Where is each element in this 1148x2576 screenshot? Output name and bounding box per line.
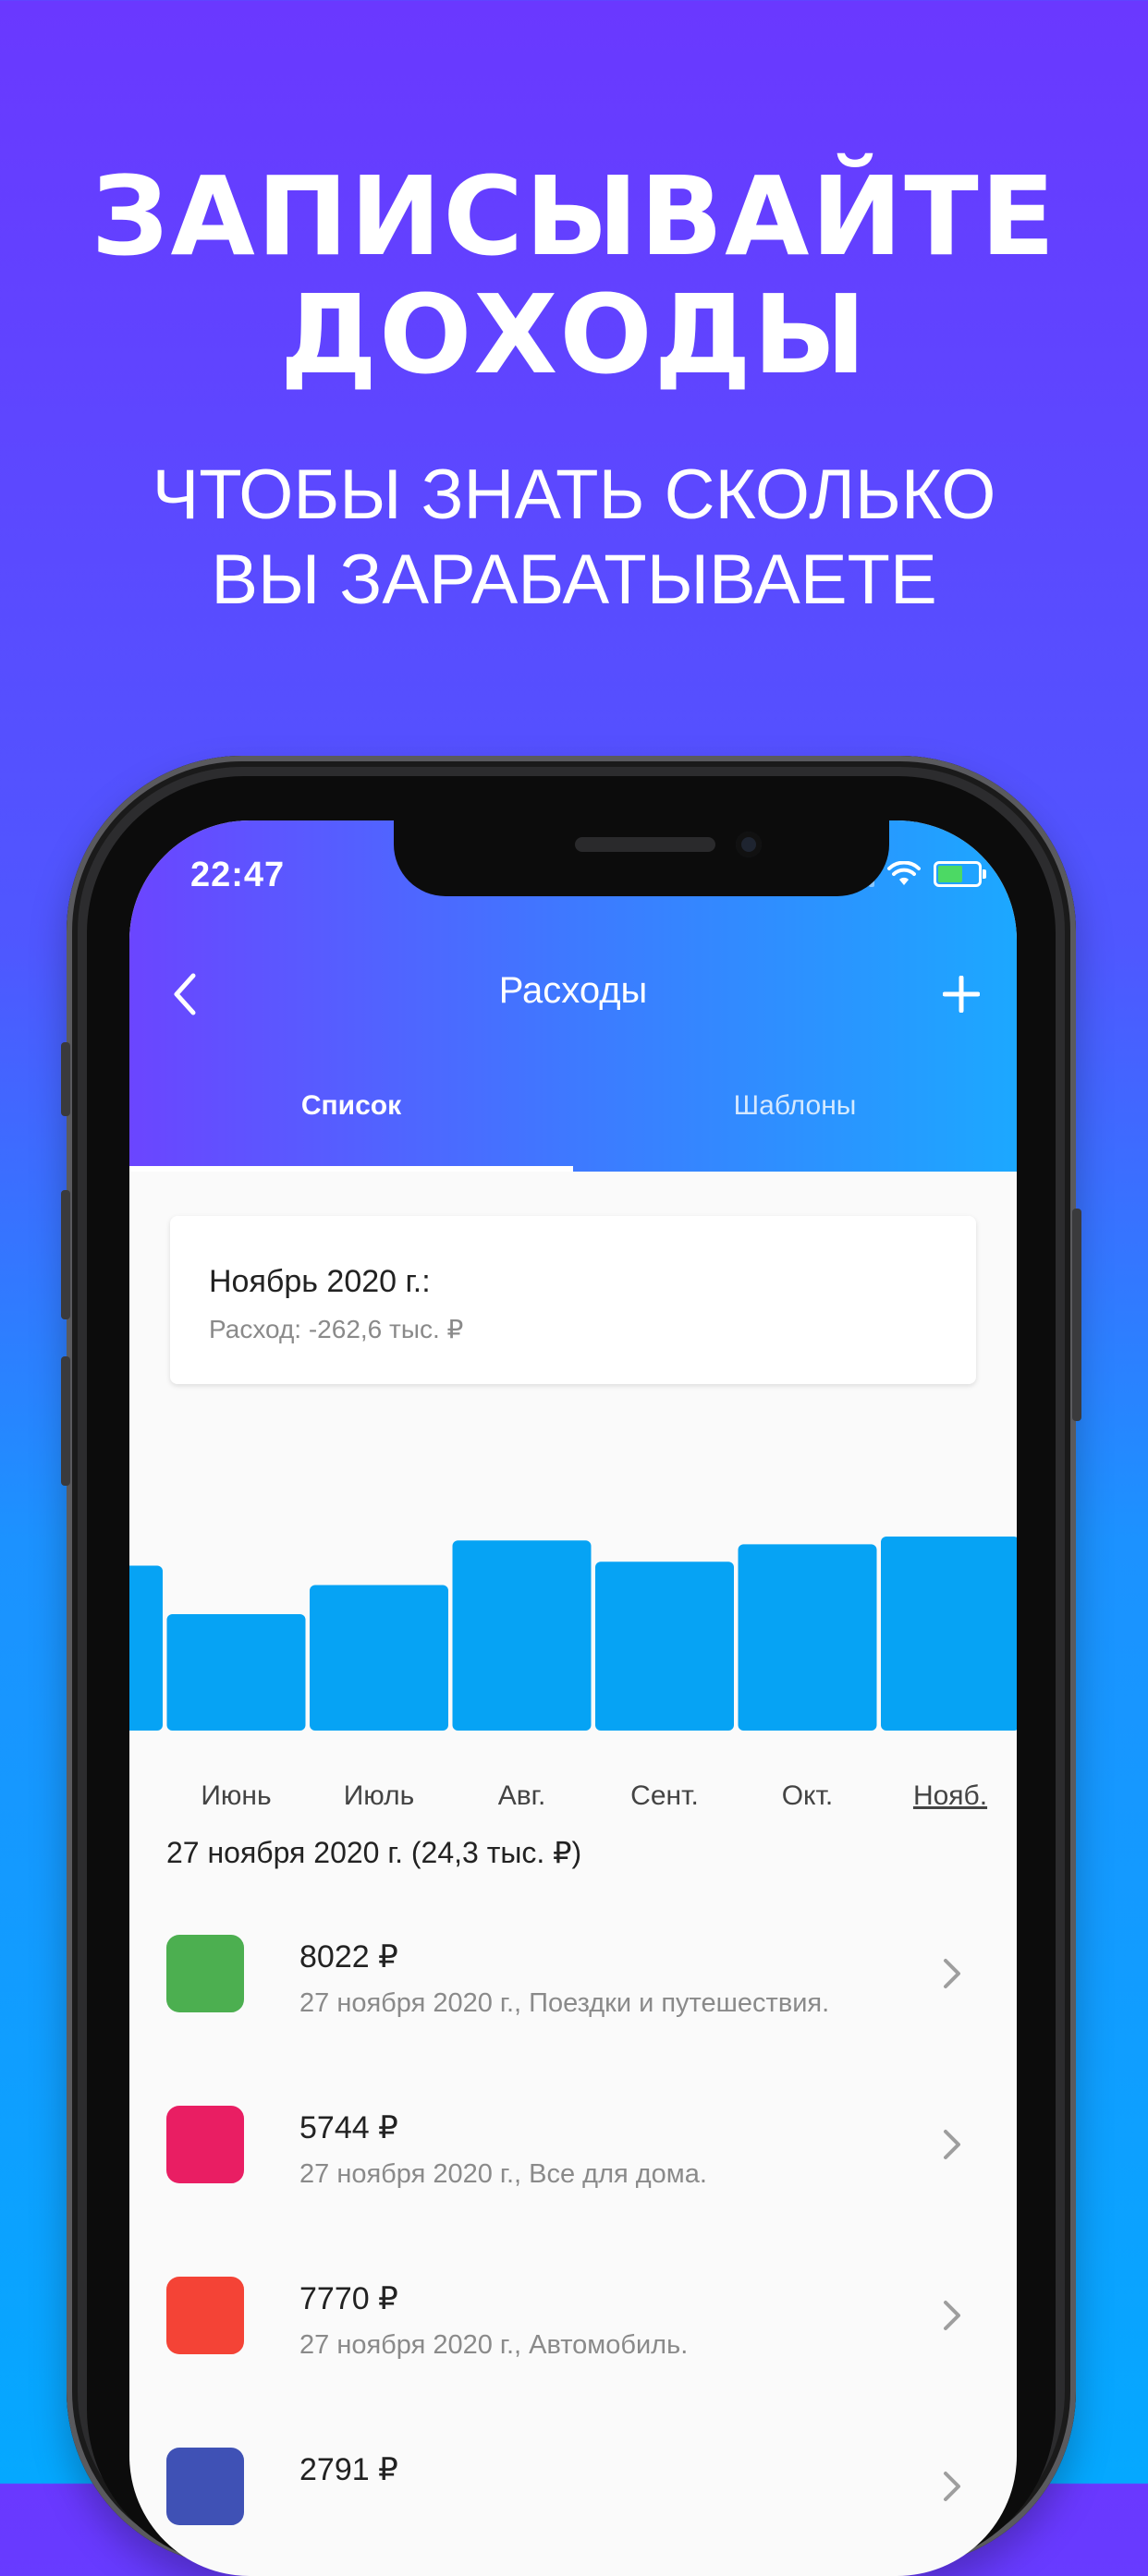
transaction-amount: 8022 ₽	[299, 1939, 398, 1975]
page-title: Расходы	[498, 970, 648, 1011]
chevron-right-icon	[934, 1955, 971, 1992]
chevron-right-icon	[934, 2468, 971, 2505]
phone-power-button	[1072, 1209, 1081, 1421]
promo-subtitle-line-1: ЧТОБЫ ЗНАТЬ СКОЛЬКО	[152, 456, 996, 534]
promo-subtitle: ЧТОБЫ ЗНАТЬ СКОЛЬКО ВЫ ЗАРАБАТЫВАЕТЕ	[0, 453, 1148, 623]
promo-title-line-2: ДОХОДЫ	[279, 271, 869, 398]
tab-list[interactable]: Список	[129, 1090, 573, 1122]
transaction-row[interactable]: 2791 ₽	[129, 2431, 1017, 2576]
chart-month-label[interactable]: Нояб.	[913, 1780, 987, 1811]
chart-bar[interactable]	[595, 1561, 734, 1731]
category-color-swatch	[166, 2448, 244, 2525]
chart-month-label[interactable]: Авг.	[498, 1780, 546, 1811]
transaction-description: 27 ноября 2020 г., Поездки и путешествия…	[299, 1988, 830, 2018]
add-expense-button[interactable]	[934, 966, 989, 1022]
promo-subtitle-line-2: ВЫ ЗАРАБАТЫВАЕТЕ	[211, 541, 937, 619]
chart-bar[interactable]	[129, 1565, 163, 1732]
phone-silent-switch	[61, 1042, 70, 1116]
phone-screen: 22:47 Расходы Список Шаблоны Ноябрь 2020…	[129, 820, 1017, 2576]
day-header: 27 ноября 2020 г. (24,3 тыс. ₽)	[166, 1836, 582, 1869]
chart-month-label[interactable]: Сент.	[630, 1780, 699, 1811]
monthly-expense-chart: Июнь Июль Авг. Сент. Окт. Нояб.	[129, 1467, 1017, 1837]
category-color-swatch	[166, 1935, 244, 2012]
chevron-right-icon	[934, 2297, 971, 2334]
transaction-description: 27 ноября 2020 г., Все для дома.	[299, 2159, 707, 2189]
transaction-amount: 2791 ₽	[299, 2452, 398, 2487]
promo-title: ЗАПИСЫВАЙТЕ ДОХОДЫ	[0, 157, 1148, 394]
transaction-description: 27 ноября 2020 г., Автомобиль.	[299, 2330, 689, 2360]
phone-notch	[394, 820, 889, 896]
chevron-right-icon	[934, 2126, 971, 2163]
tab-indicator	[129, 1166, 573, 1172]
category-color-swatch	[166, 2277, 244, 2354]
chart-bar[interactable]	[452, 1540, 592, 1731]
chart-month-label[interactable]: Июнь	[201, 1780, 271, 1811]
transaction-amount: 5744 ₽	[299, 2110, 398, 2145]
chart-month-label[interactable]: Окт.	[782, 1780, 834, 1811]
plus-icon	[943, 976, 980, 1013]
battery-icon	[934, 861, 986, 887]
summary-expense: Расход: -262,6 тыс. ₽	[209, 1315, 464, 1343]
transaction-row[interactable]: 8022 ₽ 27 ноября 2020 г., Поездки и путеш…	[129, 1918, 1017, 2066]
chart-bar[interactable]	[310, 1585, 448, 1732]
status-time: 22:47	[190, 856, 286, 894]
chart-bar[interactable]	[738, 1544, 877, 1731]
month-summary-card[interactable]: Ноябрь 2020 г.: Расход: -262,6 тыс. ₽	[170, 1216, 976, 1384]
phone-volume-up	[61, 1190, 70, 1319]
chart-bar[interactable]	[881, 1537, 1017, 1731]
speaker-grille	[575, 837, 715, 852]
transaction-row[interactable]: 7770 ₽ 27 ноября 2020 г., Автомобиль.	[129, 2260, 1017, 2408]
summary-month: Ноябрь 2020 г.:	[209, 1264, 431, 1299]
category-color-swatch	[166, 2106, 244, 2183]
chart-bar[interactable]	[166, 1614, 306, 1731]
transaction-row[interactable]: 5744 ₽ 27 ноября 2020 г., Все для дома.	[129, 2089, 1017, 2237]
promo-title-line-1: ЗАПИСЫВАЙТЕ	[91, 152, 1057, 280]
chart-month-label[interactable]: Июль	[344, 1780, 415, 1811]
phone-volume-down	[61, 1356, 70, 1486]
transaction-amount: 7770 ₽	[299, 2281, 398, 2316]
tab-templates[interactable]: Шаблоны	[573, 1090, 1017, 1122]
chart-svg: Июнь Июль Авг. Сент. Окт. Нояб.	[129, 1537, 1017, 1811]
wifi-icon	[887, 861, 921, 885]
front-camera	[736, 832, 762, 857]
phone-frame: 22:47 Расходы Список Шаблоны Ноябрь 2020…	[61, 756, 1081, 2576]
